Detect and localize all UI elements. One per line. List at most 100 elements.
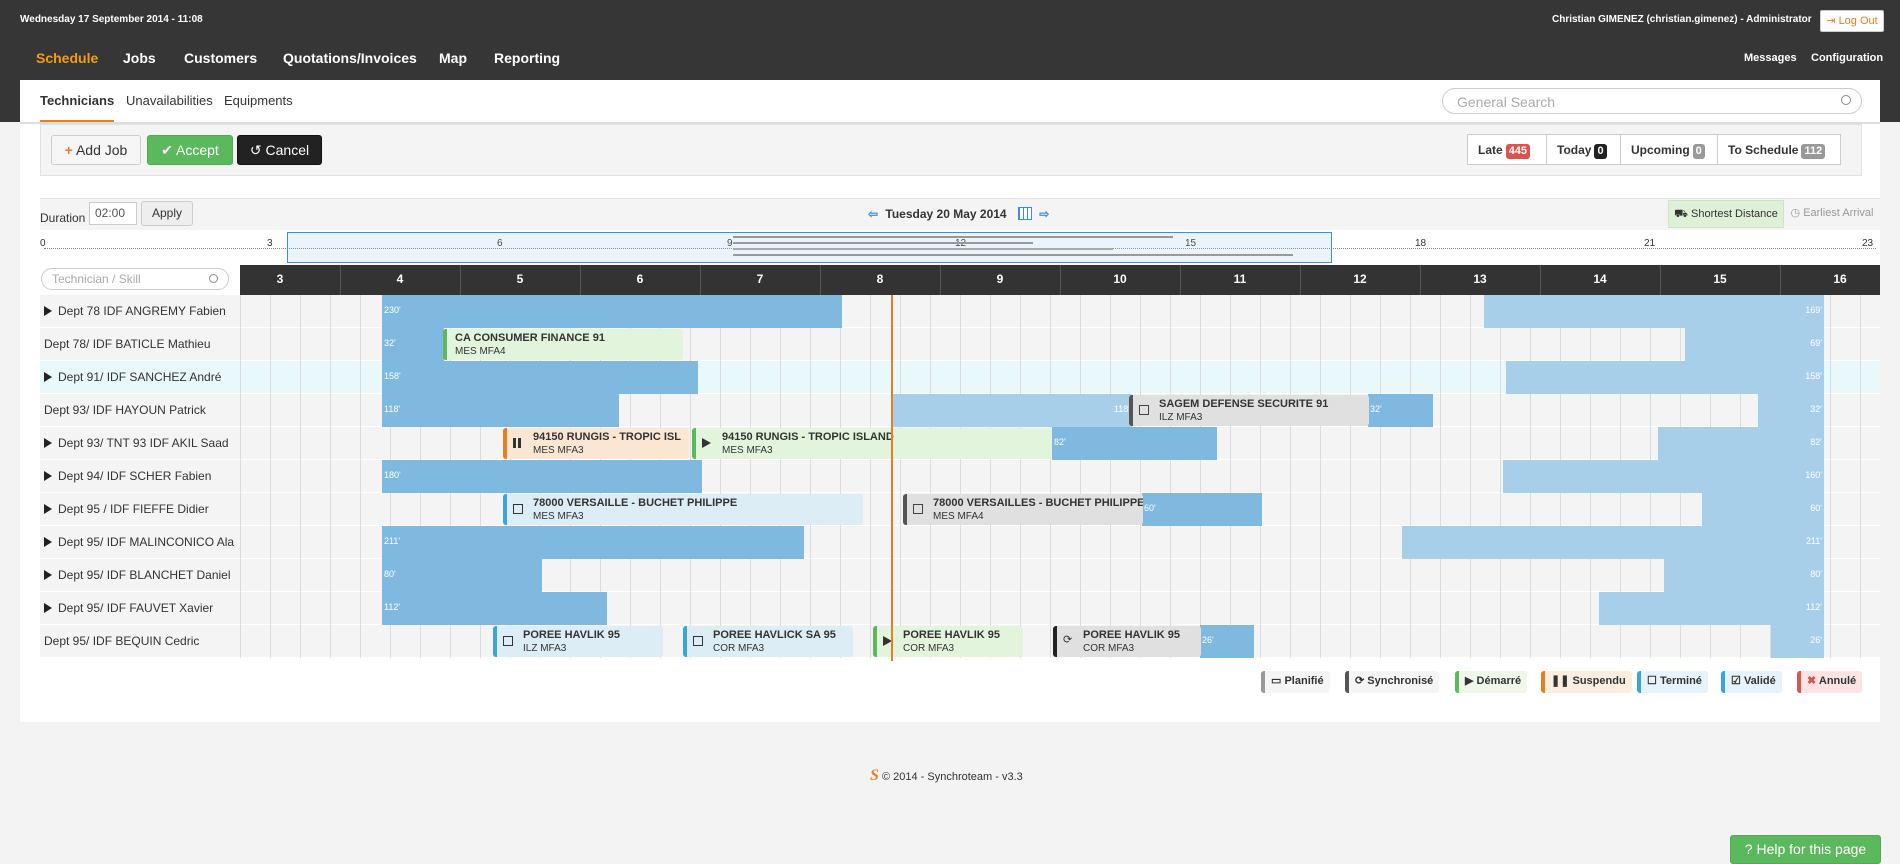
technician-search[interactable]: Technician / Skill xyxy=(41,268,229,290)
job-card[interactable]: ⟳ POREE HAVLIK 95 COR MFA3 xyxy=(1053,626,1201,657)
duration-input[interactable]: 02:00 xyxy=(89,202,137,225)
technician-name[interactable]: Dept 95/ IDF BLANCHET Daniel xyxy=(44,568,240,582)
general-search[interactable]: General Search xyxy=(1442,88,1862,114)
expand-icon[interactable] xyxy=(44,372,52,382)
hour-label: 5 xyxy=(516,272,524,286)
sync-icon: ⟳ xyxy=(1063,634,1073,646)
technician-row[interactable]: Dept 95/ IDF MALINCONICO Ala 211' 211' xyxy=(40,526,1880,559)
technician-search-input[interactable]: Technician / Skill xyxy=(52,272,141,286)
nav-customers[interactable]: Customers xyxy=(184,50,257,66)
hour-label: 7 xyxy=(756,272,764,286)
technician-name[interactable]: Dept 93/ TNT 93 IDF AKIL Saad xyxy=(44,436,240,450)
hour-divider xyxy=(1300,265,1301,295)
travel-block: 211' xyxy=(382,526,804,559)
job-card[interactable]: POREE HAVLIK 95 ILZ MFA3 xyxy=(493,626,663,657)
technician-name[interactable]: Dept 95/ IDF FAUVET Xavier xyxy=(44,601,240,615)
accept-button[interactable]: ✔ Accept xyxy=(147,135,233,165)
job-card[interactable]: 78000 VERSAILLE - BUCHET PHILIPPE MES MFA… xyxy=(503,494,863,525)
expand-icon[interactable] xyxy=(44,471,52,481)
technician-name[interactable]: Dept 95 / IDF FIEFFE Didier xyxy=(44,502,240,516)
tab-equipments[interactable]: Equipments xyxy=(224,93,293,108)
travel-block: 211' xyxy=(1402,526,1824,559)
apply-button[interactable]: Apply xyxy=(141,201,193,226)
hour-label: 13 xyxy=(1473,272,1487,286)
check-icon: ✔ xyxy=(161,142,173,158)
technician-row[interactable]: Dept 95/ IDF BEQUIN Cedric 26' 26' POREE… xyxy=(40,625,1880,658)
technician-row[interactable]: Dept 91/ IDF SANCHEZ André 158' 158' xyxy=(40,361,1880,394)
technician-row[interactable]: Dept 93/ IDF HAYOUN Patrick 118' 118' 32… xyxy=(40,394,1880,427)
job-card[interactable]: CA CONSUMER FINANCE 91 MES MFA4 xyxy=(443,329,683,360)
job-card[interactable]: 94150 RUNGIS - TROPIC ISLAND MES MFA3 xyxy=(692,428,1052,459)
earliest-arrival-toggle[interactable]: ◷ Earliest Arrival xyxy=(1786,200,1878,228)
upcoming-counter[interactable]: Upcoming 0 xyxy=(1620,134,1718,165)
travel-block: 82' xyxy=(1052,427,1217,460)
nav-reporting[interactable]: Reporting xyxy=(494,50,560,66)
today-counter[interactable]: Today 0 xyxy=(1546,134,1621,165)
visible-range-window[interactable] xyxy=(287,232,1332,263)
technician-row[interactable]: Dept 95 / IDF FIEFFE Didier 60' 60' 7800… xyxy=(40,493,1880,526)
travel-block: 26' xyxy=(1771,625,1824,658)
job-card[interactable]: 78000 VERSAILLES - BUCHET PHILIPPE MES MF… xyxy=(903,494,1143,525)
nav-configuration[interactable]: Configuration xyxy=(1811,52,1883,64)
travel-block: 158' xyxy=(1506,361,1824,394)
legend-demarre: ▶ Démarré xyxy=(1455,671,1528,693)
hour-divider xyxy=(1540,265,1541,295)
hour-label: 12 xyxy=(1353,272,1367,286)
technician-name[interactable]: Dept 91/ IDF SANCHEZ André xyxy=(44,370,240,384)
job-card[interactable]: POREE HAVLICK SA 95 COR MFA3 xyxy=(683,626,853,657)
cancel-button[interactable]: ↺ Cancel xyxy=(237,135,322,165)
shortest-distance-toggle[interactable]: ⛟ Shortest Distance xyxy=(1668,200,1784,228)
add-job-button[interactable]: + Add Job xyxy=(51,135,141,165)
nav-jobs[interactable]: Jobs xyxy=(123,50,156,66)
hour-divider xyxy=(340,265,341,295)
checkbox-icon: ☐ xyxy=(1647,675,1657,687)
technician-row[interactable]: Dept 93/ TNT 93 IDF AKIL Saad 82' 82' 94… xyxy=(40,427,1880,460)
tab-unavailabilities[interactable]: Unavailabilities xyxy=(126,93,213,108)
next-day-icon[interactable]: ⇨ xyxy=(1039,207,1049,221)
job-card[interactable]: SAGEM DEFENSE SECURITE 91 ILZ MFA3 xyxy=(1129,395,1369,426)
search-input[interactable]: General Search xyxy=(1457,94,1555,110)
expand-icon[interactable] xyxy=(44,306,52,316)
job-card[interactable]: 94150 RUNGIS - TROPIC ISL MES MFA3 xyxy=(503,428,689,459)
calendar-icon[interactable] xyxy=(1017,207,1032,220)
help-button[interactable]: ? Help for this page xyxy=(1730,835,1881,864)
technician-name[interactable]: Dept 78/ IDF BATICLE Mathieu xyxy=(44,337,240,351)
technician-row[interactable]: Dept 95/ IDF BLANCHET Daniel 80' 80' xyxy=(40,559,1880,592)
technician-row[interactable]: Dept 78 IDF ANGREMY Fabien 230' 169' xyxy=(40,295,1880,328)
nav-quotations[interactable]: Quotations/Invoices xyxy=(283,50,417,66)
tab-technicians[interactable]: Technicians xyxy=(40,93,115,122)
technician-name[interactable]: Dept 95/ IDF BEQUIN Cedric xyxy=(44,634,240,648)
technician-name[interactable]: Dept 95/ IDF MALINCONICO Ala xyxy=(44,535,240,549)
technician-name[interactable]: Dept 93/ IDF HAYOUN Patrick xyxy=(44,403,240,417)
logout-button[interactable]: ⇥ Log Out xyxy=(1820,10,1884,32)
expand-icon[interactable] xyxy=(44,504,52,514)
expand-icon[interactable] xyxy=(44,603,52,613)
checkbox-icon xyxy=(693,636,703,646)
nav-schedule[interactable]: Schedule xyxy=(36,50,98,66)
technician-row[interactable]: Dept 94/ IDF SCHER Fabien 180' 160' xyxy=(40,460,1880,493)
to-schedule-counter[interactable]: To Schedule 112 xyxy=(1717,134,1841,165)
hour-label: 10 xyxy=(1113,272,1127,286)
density-bar xyxy=(733,236,1173,238)
travel-block: 32' xyxy=(1758,394,1824,427)
job-card[interactable]: POREE HAVLIK 95 COR MFA3 xyxy=(873,626,1023,657)
legend-valide: ☑ Validé xyxy=(1721,671,1782,693)
technician-name[interactable]: Dept 94/ IDF SCHER Fabien xyxy=(44,469,240,483)
plus-icon: + xyxy=(64,142,73,158)
synchroteam-logo-icon: S xyxy=(870,767,879,784)
technician-row[interactable]: Dept 95/ IDF FAUVET Xavier 112' 112' xyxy=(40,592,1880,625)
technician-row[interactable]: Dept 78/ IDF BATICLE Mathieu 32' 69' CA … xyxy=(40,328,1880,361)
technician-name[interactable]: Dept 78 IDF ANGREMY Fabien xyxy=(44,304,240,318)
hour-label: 6 xyxy=(636,272,644,286)
calendar-icon: ▭ xyxy=(1271,675,1282,687)
play-icon xyxy=(702,438,711,448)
expand-icon[interactable] xyxy=(44,570,52,580)
sync-icon: ⟳ xyxy=(1355,675,1365,687)
expand-icon[interactable] xyxy=(44,438,52,448)
nav-map[interactable]: Map xyxy=(439,50,467,66)
travel-block: 82' xyxy=(1658,427,1824,460)
prev-day-icon[interactable]: ⇦ xyxy=(868,207,878,221)
nav-messages[interactable]: Messages xyxy=(1744,52,1797,64)
late-counter[interactable]: Late 445 xyxy=(1467,134,1547,165)
expand-icon[interactable] xyxy=(44,537,52,547)
